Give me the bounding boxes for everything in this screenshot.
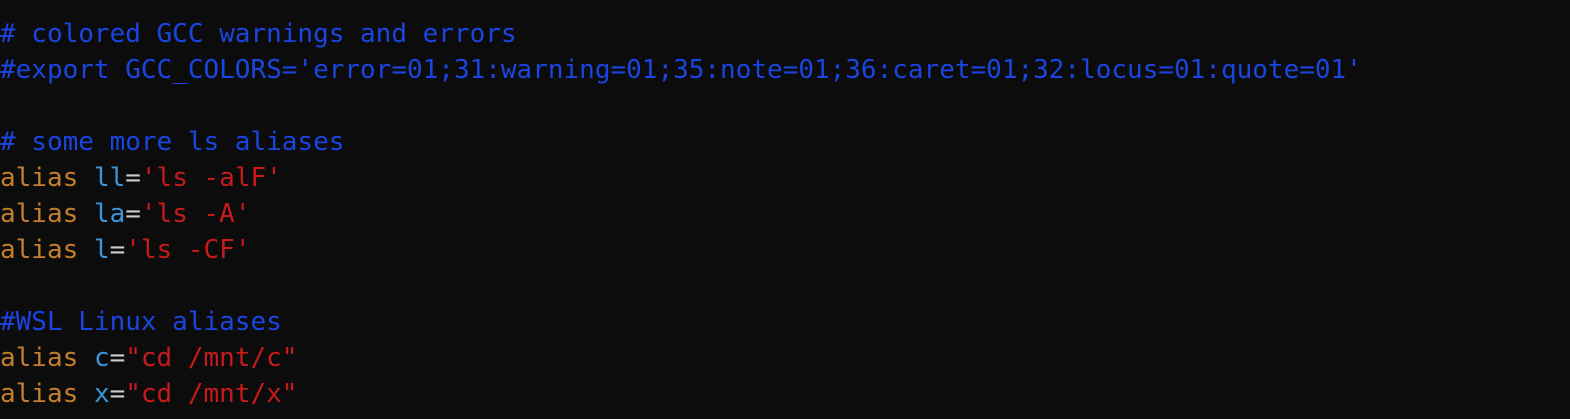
alias-keyword: alias <box>0 235 79 265</box>
alias-name: la <box>93 199 126 229</box>
alias-name: l <box>93 235 110 265</box>
alias-line: alias la='ls -A' <box>0 196 1570 232</box>
comment-text: # colored GCC warnings and errors <box>0 19 517 49</box>
comment-line: # some more ls aliases <box>0 124 1570 160</box>
alias-name: ll <box>93 163 126 193</box>
comment-line: # colored GCC warnings and errors <box>0 16 1570 52</box>
comment-text: #export GCC_COLORS='error=01;31:warning=… <box>0 55 1362 85</box>
alias-value: 'ls -alF' <box>140 163 282 193</box>
alias-value: 'ls -A' <box>140 199 251 229</box>
comment-line: #WSL Linux aliases <box>0 304 1570 340</box>
assign-operator: = <box>125 163 141 193</box>
comment-text: #WSL Linux aliases <box>0 307 282 337</box>
alias-keyword: alias <box>0 163 79 193</box>
alias-keyword: alias <box>0 343 79 373</box>
assign-operator: = <box>109 343 126 373</box>
comment-line: #export GCC_COLORS='error=01;31:warning=… <box>0 52 1570 88</box>
alias-value: "cd /mnt/x" <box>125 379 298 409</box>
alias-keyword: alias <box>0 199 79 229</box>
comment-text: # some more ls aliases <box>0 127 345 157</box>
alias-value: "cd /mnt/c" <box>125 343 298 373</box>
alias-line: alias ll='ls -alF' <box>0 160 1570 196</box>
alias-line: alias c="cd /mnt/c" <box>0 340 1570 376</box>
alias-line: alias l='ls -CF' <box>0 232 1570 268</box>
assign-operator: = <box>109 379 126 409</box>
alias-line: alias x="cd /mnt/x" <box>0 376 1570 412</box>
alias-keyword: alias <box>0 379 79 409</box>
alias-value: 'ls -CF' <box>125 235 251 265</box>
terminal-editor-view[interactable]: # colored GCC warnings and errors #expor… <box>0 0 1570 419</box>
assign-operator: = <box>109 235 126 265</box>
alias-name: x <box>93 379 110 409</box>
alias-name: c <box>93 343 110 373</box>
assign-operator: = <box>125 199 141 229</box>
